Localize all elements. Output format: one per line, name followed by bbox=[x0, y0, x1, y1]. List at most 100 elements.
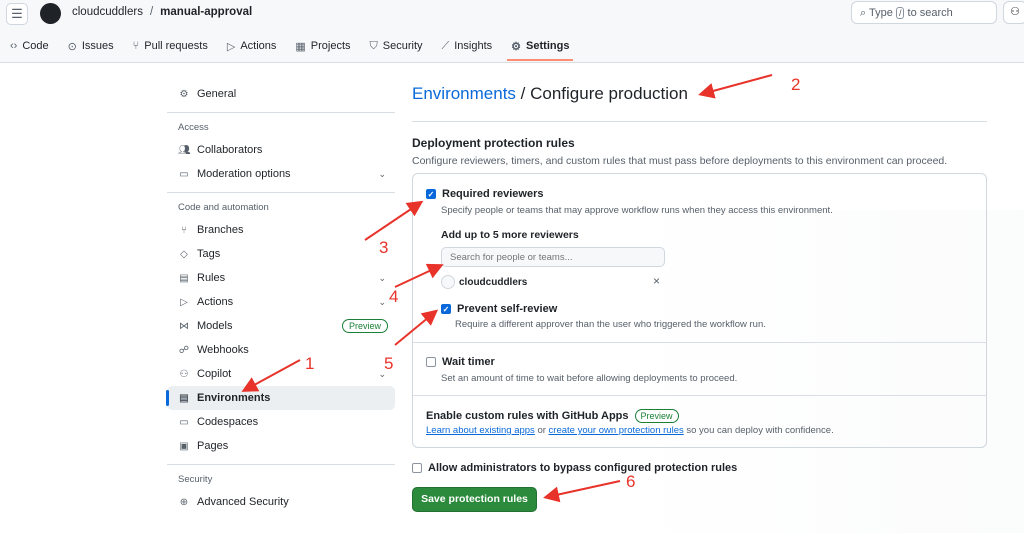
prevent-self-review-checkbox[interactable]: ✓ bbox=[441, 304, 451, 314]
tab-label: Insights bbox=[454, 40, 493, 52]
label: Actions bbox=[197, 296, 234, 308]
label: Rules bbox=[197, 272, 226, 284]
custom-rules-desc: Learn about existing apps or create your… bbox=[426, 425, 834, 436]
wait-timer-checkbox[interactable] bbox=[426, 357, 436, 367]
section-description: Configure reviewers, timers, and custom … bbox=[412, 155, 948, 167]
text: so you can deploy with confidence. bbox=[683, 425, 834, 436]
close-icon[interactable]: × bbox=[653, 274, 660, 288]
sidebar-item-webhooks[interactable]: ☍ Webhooks bbox=[167, 338, 395, 362]
wait-timer-row: Wait timer bbox=[426, 356, 495, 368]
menu-button[interactable]: ☰ bbox=[6, 3, 28, 25]
github-logo-icon[interactable] bbox=[40, 3, 61, 24]
label: Required reviewers bbox=[442, 188, 544, 200]
top-header: ☰ cloudcuddlers / manual-approval ⌕ Type /… bbox=[0, 0, 1024, 63]
divider bbox=[413, 395, 986, 396]
label: General bbox=[197, 88, 237, 100]
create-rules-link[interactable]: create your own protection rules bbox=[549, 425, 684, 436]
label: Webhooks bbox=[197, 344, 249, 356]
label: Branches bbox=[197, 224, 244, 236]
save-protection-rules-button[interactable]: Save protection rules bbox=[412, 487, 537, 512]
learn-apps-link[interactable]: Learn about existing apps bbox=[426, 425, 535, 436]
title-text: / Configure production bbox=[515, 84, 688, 103]
add-reviewers-label: Add up to 5 more reviewers bbox=[441, 229, 579, 241]
sidebar-item-rules[interactable]: ▤ Rules ⌄ bbox=[167, 266, 395, 290]
sidebar-item-actions[interactable]: ▷ Actions ⌄ bbox=[167, 290, 395, 314]
tab-label: Code bbox=[22, 40, 49, 52]
codespaces-icon: ▭ bbox=[179, 416, 189, 428]
preview-badge: Preview bbox=[634, 409, 679, 423]
actions-icon: ▷ bbox=[226, 40, 236, 53]
browser-icon: ▣ bbox=[179, 440, 189, 452]
label: Moderation options bbox=[197, 168, 291, 180]
sidebar-item-codespaces[interactable]: ▭ Codespaces bbox=[167, 410, 395, 434]
repo-nav: ‹› Code ⊙ Issues ⑂ Pull requests ▷ Actions ▦ Proj… bbox=[10, 38, 588, 61]
divider bbox=[412, 121, 987, 122]
copilot-icon[interactable]: ⚇ bbox=[1003, 1, 1024, 24]
environments-link[interactable]: Environments bbox=[412, 84, 516, 103]
insights-icon: ⟋ bbox=[441, 39, 450, 52]
tab-label: Actions bbox=[240, 40, 277, 52]
sidebar-item-models[interactable]: ⋈ Models Preview bbox=[167, 314, 395, 338]
repo-breadcrumb: cloudcuddlers / manual-approval bbox=[72, 6, 252, 18]
search-key: / bbox=[895, 7, 905, 19]
repo-link[interactable]: manual-approval bbox=[160, 6, 252, 18]
tab-code[interactable]: ‹› Code bbox=[10, 38, 49, 54]
tab-settings[interactable]: ⚙ Settings bbox=[507, 38, 574, 61]
reviewer-search-input[interactable] bbox=[441, 247, 665, 267]
label: Copilot bbox=[197, 368, 232, 380]
sidebar-item-tags[interactable]: ◇ Tags bbox=[167, 242, 395, 266]
chevron-down-icon[interactable]: ⌄ bbox=[378, 169, 386, 180]
pull-request-icon: ⑂ bbox=[132, 40, 140, 52]
tag-icon: ◇ bbox=[180, 248, 188, 260]
search-icon: ⌕ bbox=[860, 7, 867, 19]
annotation-arrow-6 bbox=[543, 480, 621, 503]
sidebar-item-environments[interactable]: ▤ Environments bbox=[166, 386, 395, 410]
tab-pull-requests[interactable]: ⑂ Pull requests bbox=[133, 38, 208, 54]
tab-issues[interactable]: ⊙ Issues bbox=[68, 38, 114, 54]
label: Collaborators bbox=[197, 144, 263, 156]
label: Allow administrators to bypass configure… bbox=[428, 462, 738, 474]
search-input[interactable]: ⌕ Type / to search bbox=[851, 1, 997, 24]
comment-icon: ▭ bbox=[179, 168, 189, 180]
tab-label: Issues bbox=[81, 40, 114, 52]
custom-rules-title: Enable custom rules with GitHub Apps bbox=[426, 410, 629, 422]
sidebar-item-collaborators[interactable]: 👥︎ Collaborators bbox=[167, 138, 395, 162]
protection-rules-box: ✓ Required reviewers Specify people or te… bbox=[412, 173, 987, 448]
sidebar-item-advanced-security[interactable]: ⊕ Advanced Security bbox=[167, 490, 395, 514]
owner-link[interactable]: cloudcuddlers bbox=[72, 6, 143, 18]
description: Require a different approver than the us… bbox=[455, 319, 766, 330]
tab-label: Security bbox=[382, 40, 423, 52]
issues-icon: ⊙ bbox=[67, 40, 77, 53]
bypass-checkbox[interactable] bbox=[412, 463, 422, 473]
search-suffix: to search bbox=[907, 7, 953, 19]
avatar bbox=[441, 275, 455, 289]
section-heading: Access bbox=[167, 112, 395, 138]
server-icon: ▤ bbox=[179, 392, 189, 404]
label: Prevent self-review bbox=[457, 303, 558, 315]
tab-security[interactable]: ⛉ Security bbox=[370, 38, 423, 54]
sidebar-item-branches[interactable]: ⑂ Branches bbox=[167, 218, 395, 242]
sidebar-item-moderation[interactable]: ▭ Moderation options ⌄ bbox=[167, 162, 395, 186]
separator: / bbox=[149, 6, 154, 18]
sidebar-item-copilot[interactable]: ⚇ Copilot ⌄ bbox=[167, 362, 395, 386]
tab-insights[interactable]: ⟋ Insights bbox=[442, 38, 493, 54]
sidebar-item-general[interactable]: ⚙ General bbox=[167, 82, 395, 106]
chevron-down-icon[interactable]: ⌄ bbox=[378, 273, 386, 284]
description: Specify people or teams that may approve… bbox=[441, 205, 833, 216]
main-content: Environments / Configure production Depl… bbox=[412, 84, 987, 512]
tab-projects[interactable]: ▦ Projects bbox=[295, 38, 350, 54]
reviewer-item: cloudcuddlers bbox=[441, 275, 527, 289]
label: Environments bbox=[197, 392, 271, 404]
shield-search-icon: ⊕ bbox=[179, 496, 189, 508]
sidebar-item-pages[interactable]: ▣ Pages bbox=[167, 434, 395, 458]
chevron-down-icon[interactable]: ⌄ bbox=[378, 369, 386, 380]
divider bbox=[413, 342, 986, 343]
code-icon: ‹› bbox=[10, 40, 18, 52]
play-icon: ▷ bbox=[180, 296, 188, 308]
webhook-icon: ☍ bbox=[178, 344, 190, 356]
branch-icon: ⑂ bbox=[181, 224, 187, 236]
chevron-down-icon[interactable]: ⌄ bbox=[378, 297, 386, 308]
security-icon: ⛉ bbox=[369, 39, 378, 52]
required-reviewers-checkbox[interactable]: ✓ bbox=[426, 189, 436, 199]
tab-actions[interactable]: ▷ Actions bbox=[227, 38, 277, 54]
